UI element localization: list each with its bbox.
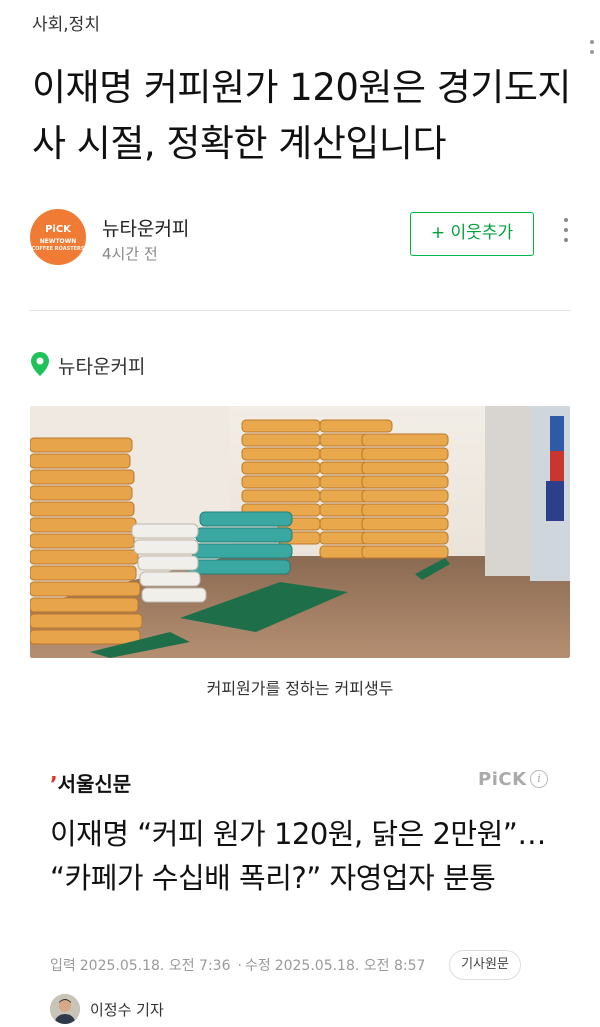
blog-avatar[interactable]: PiCK NEWTOWN COFFEE ROASTERS <box>30 209 86 265</box>
post-time: 4시간 전 <box>102 245 158 263</box>
divider <box>30 310 570 311</box>
original-article-button[interactable]: 기사원문 <box>449 950 521 980</box>
add-neighbor-button[interactable]: + 이웃추가 <box>410 212 534 256</box>
author-row: PiCK NEWTOWN COFFEE ROASTERS 뉴타운커피 4시간 전… <box>30 206 580 270</box>
news-headline[interactable]: 이재명 “커피 원가 120원, 닭은 2만원”… “카페가 수십배 폭리?” … <box>50 812 570 900</box>
location-pin-icon <box>31 352 49 376</box>
news-source-logo[interactable]: ’서울신문 <box>50 768 131 797</box>
coffee-bean-sacks-photo[interactable] <box>30 406 570 658</box>
reporter-avatar[interactable] <box>50 994 80 1024</box>
photo-caption: 커피원가를 정하는 커피생두 <box>206 679 394 698</box>
reporter-name[interactable]: 이정수 기자 <box>90 999 164 1020</box>
pick-label: PiCK <box>478 769 527 790</box>
category-label[interactable]: 사회,정치 <box>32 10 100 35</box>
info-icon[interactable]: i <box>530 770 548 788</box>
article-dates: 입력 2025.05.18. 오전 7:36 · 수정 2025.05.18. 오전 8… <box>50 958 426 974</box>
more-options-icon[interactable] <box>562 218 570 254</box>
place-label: 뉴타운커피 <box>58 356 146 378</box>
author-name[interactable]: 뉴타운커피 <box>102 214 189 241</box>
top-more-icon[interactable] <box>590 40 596 80</box>
post-title: 이재명 커피원가 120원은 경기도지사 시절, 정확한 계산입니다 <box>32 66 571 165</box>
